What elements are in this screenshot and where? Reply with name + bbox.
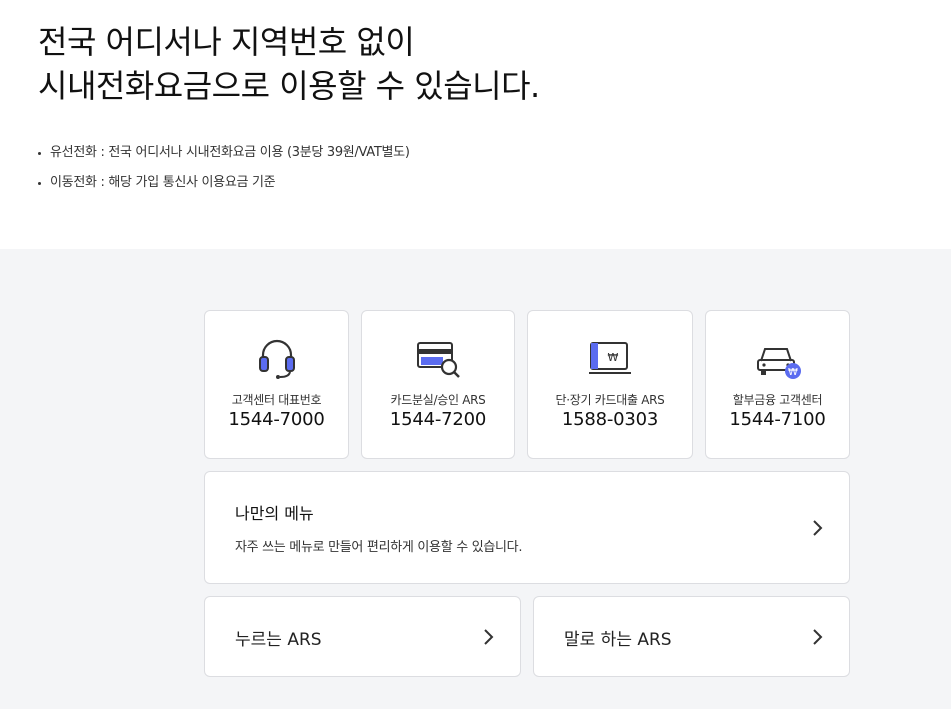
press-ars-label: 누르는 ARS	[235, 630, 322, 650]
headset-icon	[258, 339, 295, 379]
my-menu-card[interactable]: 나만의 메뉴 자주 쓰는 메뉴로 만들어 편리하게 이용할 수 있습니다.	[204, 471, 850, 584]
page-title: 전국 어디서나 지역번호 없이 시내전화요금으로 이용할 수 있습니다.	[38, 20, 540, 108]
service-label: 고객센터 대표번호	[231, 393, 322, 407]
note-landline: 유선전화 : 전국 어디서나 시내전화요금 이용 (3분당 39원/VAT별도)	[38, 138, 410, 168]
chevron-right-icon	[813, 520, 823, 536]
service-card-card-loss[interactable]: 카드분실/승인 ARS 1544-7200	[361, 310, 515, 459]
intro-section: 전국 어디서나 지역번호 없이 시내전화요금으로 이용할 수 있습니다. 유선전…	[0, 0, 951, 249]
voice-ars-label: 말로 하는 ARS	[564, 630, 672, 650]
chevron-right-icon	[484, 629, 494, 645]
contact-section: 고객센터 대표번호 1544-7000 카드분실/승인 ARS 1544-720…	[0, 249, 951, 709]
my-menu-title: 나만의 메뉴	[235, 504, 314, 523]
service-label: 할부금융 고객센터	[732, 393, 823, 407]
service-card-card-loan[interactable]: ₩ 단·장기 카드대출 ARS 1588-0303	[527, 310, 693, 459]
car-won-icon: ₩	[756, 348, 801, 379]
title-line-2: 시내전화요금으로 이용할 수 있습니다.	[38, 67, 540, 105]
voice-ars-card[interactable]: 말로 하는 ARS	[533, 596, 850, 677]
service-number: 1544-7100	[729, 409, 826, 430]
service-label: 단·장기 카드대출 ARS	[555, 393, 665, 407]
title-line-1: 전국 어디서나 지역번호 없이	[38, 23, 415, 61]
service-number: 1544-7000	[228, 409, 325, 430]
service-number: 1544-7200	[389, 409, 487, 430]
svg-text:₩: ₩	[788, 367, 798, 378]
press-ars-card[interactable]: 누르는 ARS	[204, 596, 521, 677]
my-menu-description: 자주 쓰는 메뉴로 만들어 편리하게 이용할 수 있습니다.	[235, 540, 523, 555]
chevron-right-icon	[813, 629, 823, 645]
service-number: 1588-0303	[561, 409, 659, 430]
service-card-customer-center[interactable]: 고객센터 대표번호 1544-7000	[204, 310, 349, 459]
service-card-installment[interactable]: ₩ 할부금융 고객센터 1544-7100	[705, 310, 850, 459]
svg-text:₩: ₩	[608, 351, 619, 364]
note-mobile: 이동전화 : 해당 가입 통신사 이용요금 기준	[38, 168, 410, 198]
card-search-icon	[417, 342, 460, 378]
service-label: 카드분실/승인 ARS	[390, 393, 486, 407]
card-loan-won-icon: ₩	[589, 342, 631, 374]
notes-list: 유선전화 : 전국 어디서나 시내전화요금 이용 (3분당 39원/VAT별도)…	[38, 138, 410, 198]
